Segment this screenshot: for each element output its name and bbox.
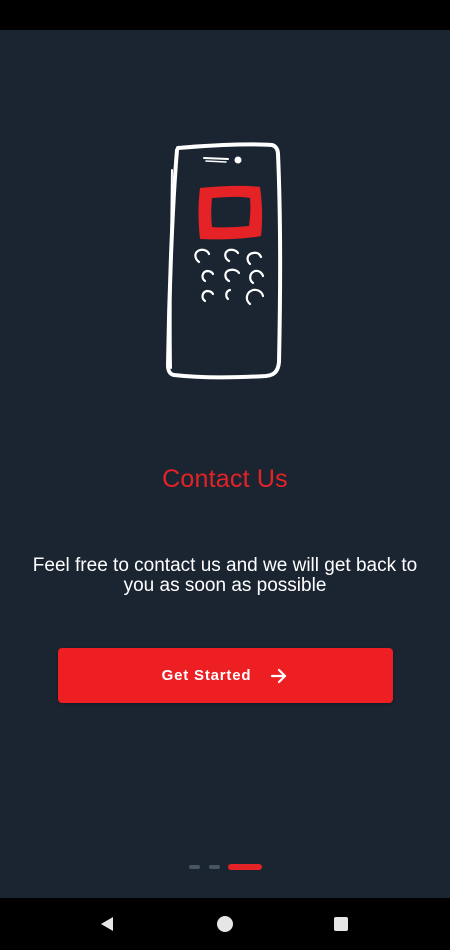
- get-started-button[interactable]: Get Started: [58, 648, 393, 703]
- home-circle-icon[interactable]: [214, 913, 236, 935]
- phone-illustration: [166, 142, 283, 380]
- page-dot-2[interactable]: [209, 865, 220, 869]
- status-bar: [0, 0, 450, 30]
- arrow-right-icon: [269, 666, 289, 686]
- back-triangle-icon[interactable]: [96, 913, 118, 935]
- page-indicator: [0, 863, 450, 871]
- recents-square-icon[interactable]: [330, 913, 352, 935]
- page-title: Contact Us: [162, 465, 288, 493]
- system-navigation-bar: [0, 898, 450, 950]
- page-dot-1[interactable]: [189, 865, 200, 869]
- page-description: Feel free to contact us and we will get …: [32, 555, 418, 596]
- onboarding-screen: Contact Us Feel free to contact us and w…: [0, 30, 450, 898]
- page-dot-3-active[interactable]: [228, 864, 262, 870]
- get-started-label: Get Started: [161, 667, 252, 684]
